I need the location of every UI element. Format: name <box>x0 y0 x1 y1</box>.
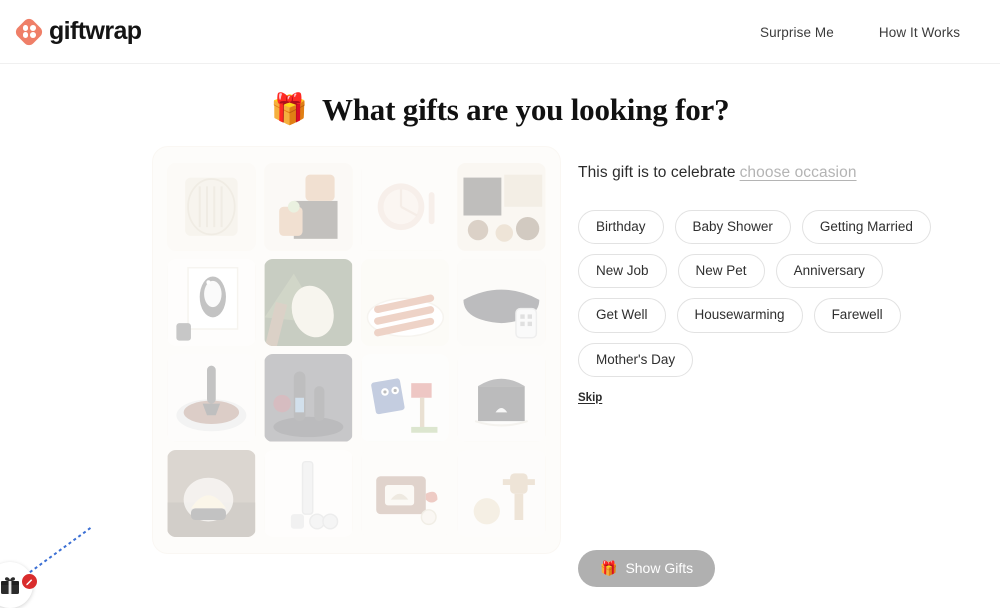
collage-tile <box>361 163 450 251</box>
collage-tile <box>264 450 353 538</box>
occasion-chip-mothers-day[interactable]: Mother's Day <box>578 343 693 377</box>
celebrate-prompt-text: This gift is to celebrate <box>578 164 736 181</box>
occasion-chip-getting-married[interactable]: Getting Married <box>802 210 931 244</box>
occasion-chip-group: Birthday Baby Shower Getting Married New… <box>578 210 978 377</box>
occasion-chip-farewell[interactable]: Farewell <box>814 298 901 332</box>
collage-tile <box>361 259 450 347</box>
occasion-chip-new-pet[interactable]: New Pet <box>678 254 765 288</box>
occasion-chip-birthday[interactable]: Birthday <box>578 210 664 244</box>
collage-tile <box>457 354 546 442</box>
main-nav: Surprise Me How It Works Contact <box>760 0 1000 64</box>
gift-box-icon: 🎁 <box>600 560 617 577</box>
celebrate-prompt: This gift is to celebratechoose occasion <box>578 164 988 182</box>
occasion-chip-new-job[interactable]: New Job <box>578 254 667 288</box>
page-title-text: What gifts are you looking for? <box>322 92 729 128</box>
collage-tile <box>264 163 353 251</box>
gift-box-icon: 🎁 <box>271 95 308 125</box>
gift-collage-grid <box>167 163 546 537</box>
occasion-form: This gift is to celebratechoose occasion… <box>578 146 988 587</box>
collage-tile <box>264 259 353 347</box>
main-content: This gift is to celebratechoose occasion… <box>0 146 1000 587</box>
collage-tile <box>264 354 353 442</box>
show-gifts-button-label: Show Gifts <box>625 560 693 576</box>
show-gifts-button[interactable]: 🎁 Show Gifts <box>578 550 715 587</box>
choose-occasion-placeholder[interactable]: choose occasion <box>740 164 857 181</box>
nav-link-surprise-me[interactable]: Surprise Me <box>760 25 834 40</box>
collage-tile <box>457 163 546 251</box>
collage-tile <box>167 354 256 442</box>
brand-logo[interactable]: giftwrap <box>16 19 141 45</box>
collage-tile <box>361 450 450 538</box>
occasion-chip-baby-shower[interactable]: Baby Shower <box>675 210 791 244</box>
page-title: 🎁 What gifts are you looking for? <box>0 92 1000 128</box>
skip-link[interactable]: Skip <box>578 392 602 404</box>
collage-tile <box>167 259 256 347</box>
collage-tile <box>361 354 450 442</box>
collage-tile <box>457 450 546 538</box>
collage-tile <box>167 163 256 251</box>
giftwrap-diamond-logo-icon <box>16 19 42 45</box>
nav-link-how-it-works[interactable]: How It Works <box>879 25 960 40</box>
collage-tile <box>457 259 546 347</box>
site-header: giftwrap Surprise Me How It Works Contac… <box>0 0 1000 64</box>
gift-collage-panel <box>152 146 561 554</box>
occasion-chip-get-well[interactable]: Get Well <box>578 298 666 332</box>
occasion-chip-housewarming[interactable]: Housewarming <box>677 298 803 332</box>
brand-name: giftwrap <box>49 19 141 44</box>
collage-tile <box>167 450 256 538</box>
occasion-chip-anniversary[interactable]: Anniversary <box>776 254 883 288</box>
